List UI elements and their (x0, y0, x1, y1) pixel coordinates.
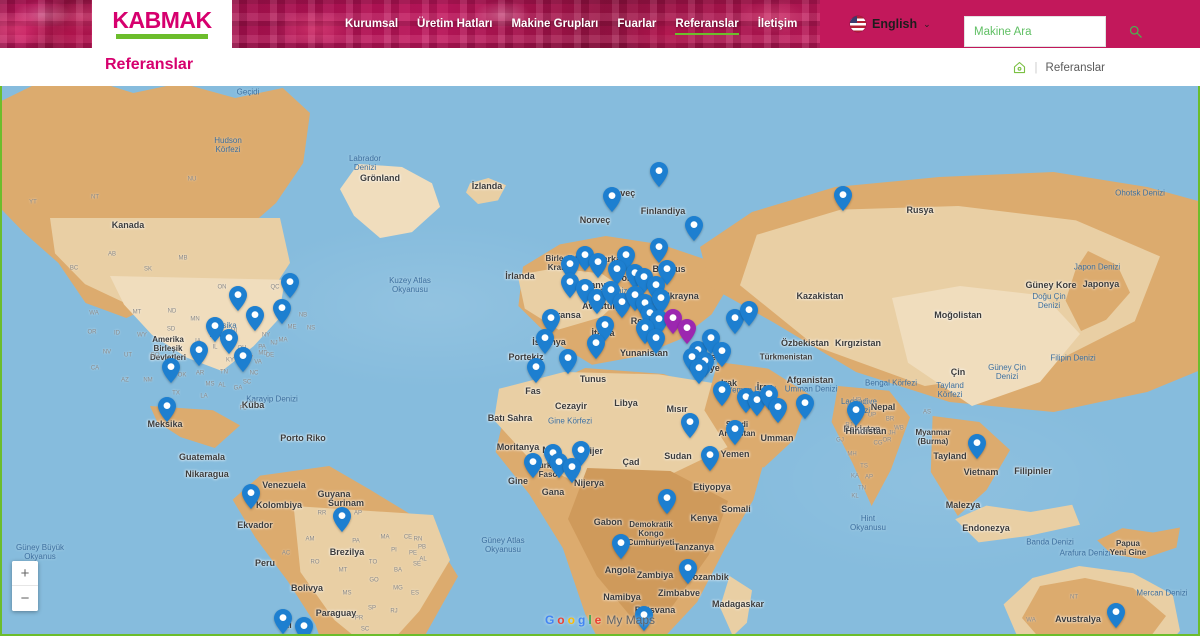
map-pin-blue[interactable] (647, 329, 665, 354)
nav-item-fuarlar[interactable]: Fuarlar (617, 16, 656, 32)
map-pin-blue[interactable] (281, 273, 299, 298)
nav-item-uretim-hatlari[interactable]: Üretim Hatları (417, 16, 492, 32)
search-box[interactable] (964, 16, 1142, 47)
us-flag-icon (850, 16, 866, 32)
page-subheader: Referanslar | Referanslar (0, 48, 1200, 86)
main-navigation: Kurumsal Üretim Hatları Makine Grupları … (345, 0, 797, 48)
map-pin-blue[interactable] (690, 359, 708, 384)
map-pin-blue[interactable] (681, 413, 699, 438)
search-icon[interactable] (1128, 24, 1143, 39)
map-pin-blue[interactable] (234, 347, 252, 372)
breadcrumb-current: Referanslar (1045, 61, 1105, 74)
home-icon[interactable] (1012, 60, 1027, 75)
nav-item-makine-gruplari[interactable]: Makine Grupları (511, 16, 598, 32)
google-letter-e: e (594, 613, 602, 627)
logo-wordmark: KABMAK (112, 7, 212, 33)
my-maps-label: My Maps (606, 613, 656, 627)
map-pin-blue[interactable] (726, 420, 744, 445)
site-header: KABMAK Kurumsal Üretim Hatları Makine Gr… (0, 0, 1200, 48)
nav-item-kurumsal[interactable]: Kurumsal (345, 16, 398, 32)
map-pin-blue[interactable] (527, 358, 545, 383)
breadcrumb: | Referanslar (1012, 60, 1105, 75)
language-label: English (872, 17, 918, 31)
zoom-out-button[interactable]: − (12, 586, 38, 611)
header-photo-left (0, 0, 92, 48)
map-pin-blue[interactable] (796, 394, 814, 419)
nav-item-iletisim[interactable]: İletişim (758, 16, 798, 32)
chevron-down-icon: ⌄ (923, 18, 931, 29)
map-pin-blue[interactable] (679, 559, 697, 584)
map-pin-blue[interactable] (968, 434, 986, 459)
map-pin-blue[interactable] (769, 398, 787, 423)
map-pin-blue[interactable] (603, 187, 621, 212)
map-pin-blue[interactable] (563, 458, 581, 483)
world-map[interactable]: Kuzey Atlas Okyanusu Güney Atlas Okyanusu Hi… (0, 86, 1200, 634)
map-pin-blue[interactable] (162, 358, 180, 383)
map-pin-blue[interactable] (242, 484, 260, 509)
map-pin-blue[interactable] (333, 507, 351, 532)
map-pin-blue[interactable] (612, 534, 630, 559)
page-left-border (0, 86, 2, 636)
google-letter-l: l (588, 613, 592, 627)
map-pin-blue[interactable] (587, 334, 605, 359)
site-logo[interactable]: KABMAK (92, 0, 232, 48)
map-pin-blue[interactable] (685, 216, 703, 241)
map-pin-blue[interactable] (847, 401, 865, 426)
map-pin-blue[interactable] (701, 446, 719, 471)
language-selector[interactable]: English ⌄ (850, 0, 931, 48)
map-pin-blue[interactable] (713, 381, 731, 406)
map-pin-blue[interactable] (536, 329, 554, 354)
page-title: Referanslar (105, 56, 194, 73)
map-pin-blue[interactable] (524, 453, 542, 478)
map-pin-blue[interactable] (1107, 603, 1125, 628)
zoom-in-button[interactable]: + (12, 561, 38, 586)
map-pin-blue[interactable] (713, 342, 731, 367)
map-pin-blue[interactable] (740, 301, 758, 326)
google-letter-o2: o (567, 613, 575, 627)
google-letter-g2: g (577, 613, 586, 627)
map-pin-blue[interactable] (246, 306, 264, 331)
map-pin-blue[interactable] (658, 489, 676, 514)
map-pin-blue[interactable] (650, 162, 668, 187)
google-letter-g: G (544, 613, 555, 627)
map-pin-blue[interactable] (273, 299, 291, 324)
search-input[interactable] (974, 25, 1128, 38)
logo-underline-bar (116, 34, 208, 39)
map-zoom-controls[interactable]: + − (12, 561, 38, 611)
map-pin-blue[interactable] (589, 253, 607, 278)
map-pin-blue[interactable] (158, 397, 176, 422)
map-pin-blue[interactable] (295, 617, 313, 634)
map-pin-blue[interactable] (834, 186, 852, 211)
google-my-maps-attribution[interactable]: Google My Maps (545, 613, 655, 627)
map-pin-blue[interactable] (559, 349, 577, 374)
map-pin-blue[interactable] (229, 286, 247, 311)
google-letter-o1: o (557, 613, 565, 627)
map-pin-blue[interactable] (190, 341, 208, 366)
nav-item-referanslar[interactable]: Referanslar (675, 16, 739, 35)
breadcrumb-separator: | (1034, 61, 1038, 74)
map-pin-blue[interactable] (274, 609, 292, 634)
